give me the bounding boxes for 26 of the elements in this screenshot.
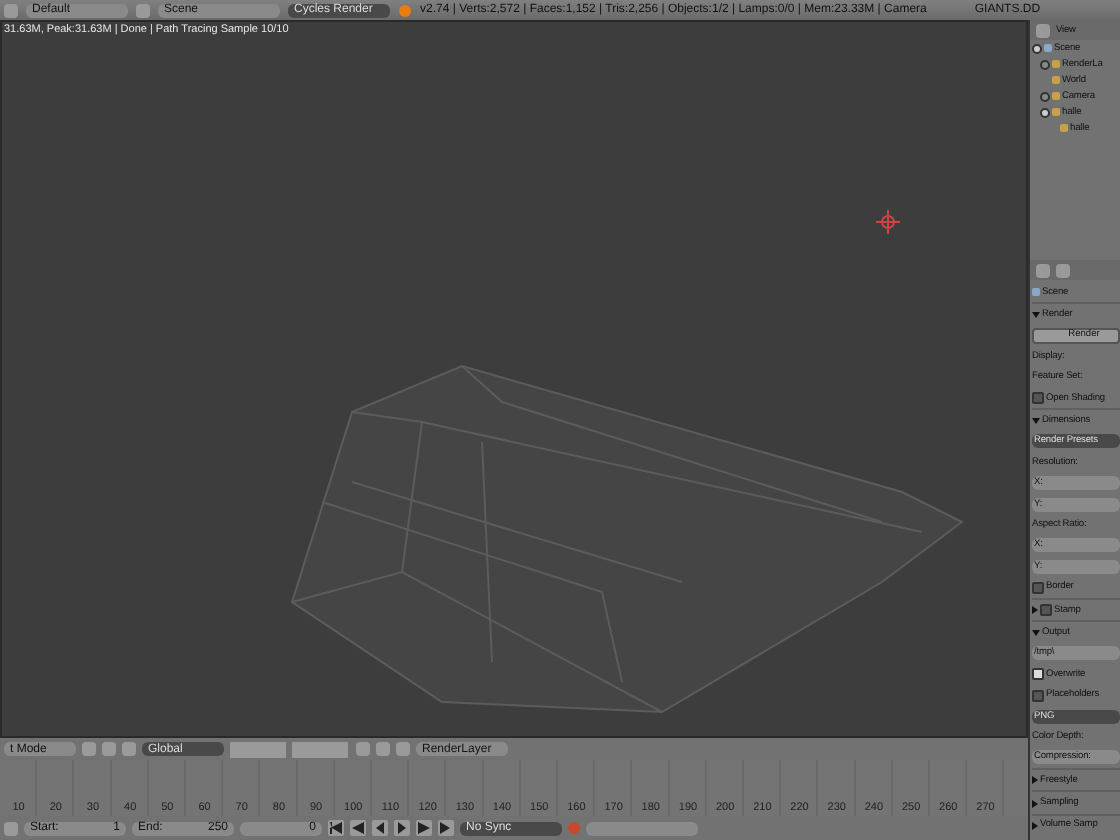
disclosure-icon[interactable] — [1032, 629, 1040, 636]
disclosure-icon[interactable] — [1032, 418, 1040, 425]
play-icon[interactable] — [394, 820, 410, 836]
checkbox[interactable] — [1032, 392, 1044, 405]
crosshair-icon — [875, 209, 901, 235]
disclosure-icon[interactable] — [1032, 821, 1038, 830]
jump-end-icon[interactable] — [438, 820, 454, 836]
checkbox[interactable] — [1032, 668, 1044, 681]
checkbox[interactable] — [1032, 581, 1044, 594]
jump-start-icon[interactable] — [328, 820, 344, 836]
next-keyframe-icon[interactable] — [416, 820, 432, 836]
disclosure-icon[interactable] — [1032, 776, 1038, 785]
play-reverse-icon[interactable] — [372, 820, 388, 836]
keying-set-field[interactable] — [586, 821, 698, 835]
scene-icon — [1032, 288, 1040, 297]
checkbox[interactable] — [1040, 604, 1052, 617]
checkbox[interactable] — [1032, 689, 1044, 702]
expand-toggle-icon[interactable] — [1032, 43, 1042, 53]
expand-toggle-icon[interactable] — [1040, 91, 1050, 101]
layers-grid-icon[interactable] — [230, 741, 350, 757]
expand-toggle-icon[interactable] — [1040, 59, 1050, 69]
blender-logo-icon — [398, 3, 412, 17]
disclosure-icon[interactable] — [1032, 799, 1038, 808]
expand-toggle-icon[interactable] — [1040, 107, 1050, 117]
disclosure-icon[interactable] — [1032, 312, 1040, 319]
previous-keyframe-icon[interactable] — [350, 820, 366, 836]
